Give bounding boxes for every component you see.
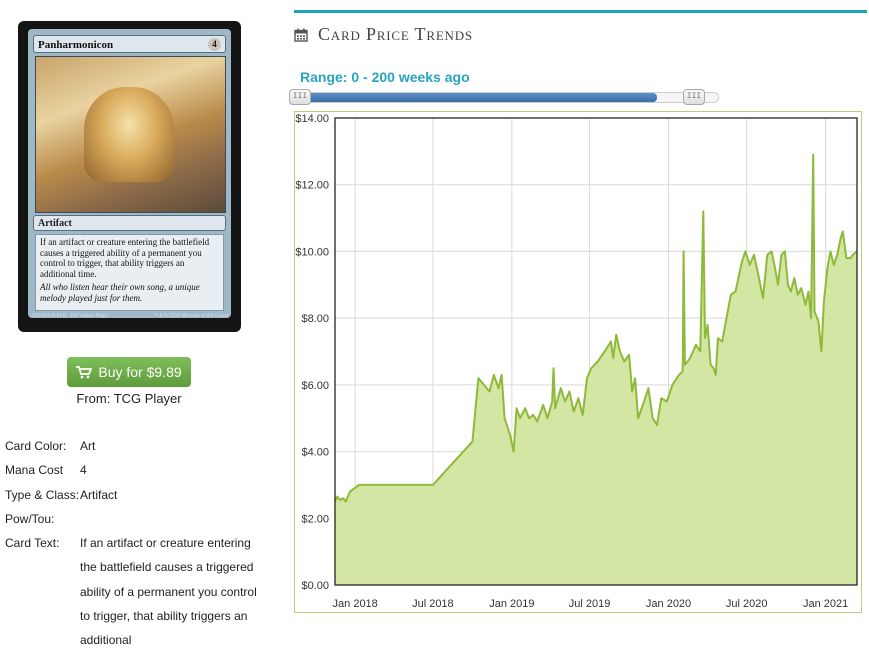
y-tick-label: $12.00 xyxy=(295,180,329,192)
card-name-bar: Panharmonicon 4 xyxy=(33,35,226,53)
info-label: Mana Cost xyxy=(5,463,64,478)
card-flavor-text: All who listen hear their own song, a un… xyxy=(40,282,200,303)
info-row: Mana Cost 4 xyxy=(5,458,258,482)
mana-symbol-icon: 4 xyxy=(208,38,221,51)
info-value: 4 xyxy=(80,463,87,478)
buy-source: From: TCG Player xyxy=(76,391,182,406)
x-tick-label: Jan 2021 xyxy=(803,598,848,610)
card-info-list: Card Color: Art Mana Cost 4 Type & Class: Art… xyxy=(5,434,258,653)
y-tick-label: $6.00 xyxy=(301,380,329,392)
info-value xyxy=(80,507,258,531)
info-label: Pow/Tou: xyxy=(5,511,55,526)
info-label: Card Color: xyxy=(5,439,67,453)
buy-button-label: Buy for $9.89 xyxy=(98,364,182,380)
info-row: Pow/Tou: xyxy=(5,507,258,531)
card-image: Panharmonicon 4 Artifact If an artifact … xyxy=(18,21,241,332)
card-copyright: ™ & © 2016 Wizards of the Coast xyxy=(152,313,228,319)
info-row: Type & Class: Artifact xyxy=(5,483,258,507)
card-footer: 226/264 R KLD · EN Volkan Baga ™ & © 201… xyxy=(32,313,228,319)
card-text-box: If an artifact or creature entering the … xyxy=(35,234,224,311)
y-tick-label: $4.00 xyxy=(301,447,329,459)
range-slider-handle-high[interactable]: III xyxy=(683,89,705,105)
card-name: Panharmonicon xyxy=(38,39,114,51)
card-collector-line: 226/264 R KLD · EN Volkan Baga xyxy=(32,313,108,319)
y-tick-label: $14.00 xyxy=(295,113,329,125)
card-rules-text: If an artifact or creature entering the … xyxy=(40,237,210,279)
card-type-line: Artifact xyxy=(33,215,226,231)
x-tick-label: Jan 2018 xyxy=(333,598,378,610)
info-value: Art xyxy=(80,439,96,453)
y-tick-label: $2.00 xyxy=(301,513,329,525)
y-tick-label: $10.00 xyxy=(295,246,329,258)
y-tick-label: $8.00 xyxy=(301,313,329,325)
info-label: Type & Class: xyxy=(5,487,80,502)
x-tick-label: Jan 2020 xyxy=(646,598,691,610)
x-tick-label: Jul 2019 xyxy=(569,598,611,610)
card-artwork xyxy=(35,56,226,213)
x-tick-label: Jan 2019 xyxy=(489,598,534,610)
section-header: Card Price Trends xyxy=(294,24,473,45)
info-value: If an artifact or creature entering the … xyxy=(80,536,257,648)
x-tick-label: Jul 2018 xyxy=(412,598,454,610)
section-accent-line xyxy=(294,10,867,13)
section-title: Card Price Trends xyxy=(318,24,473,44)
range-slider[interactable]: III III xyxy=(289,89,719,105)
x-tick-label: Jul 2020 xyxy=(726,598,768,610)
range-slider-handle-low[interactable]: III xyxy=(289,89,311,105)
info-row: Card Text: If an artifact or creature ent… xyxy=(5,531,258,652)
range-label: Range: 0 - 200 weeks ago xyxy=(300,69,470,85)
info-row: Card Color: Art xyxy=(5,434,258,458)
y-tick-label: $0.00 xyxy=(301,580,329,592)
calendar-icon xyxy=(294,28,308,42)
range-slider-fill xyxy=(299,93,657,102)
info-value: Artifact xyxy=(80,487,118,502)
artwork-instrument xyxy=(84,87,174,182)
price-chart: $0.00 $2.00 $4.00 $6.00 $8.00 $10.00 $12.00 $14… xyxy=(294,111,862,613)
info-label: Card Text: xyxy=(5,536,60,551)
buy-button[interactable]: Buy for $9.89 xyxy=(67,357,191,387)
shopping-cart-icon xyxy=(76,365,93,378)
